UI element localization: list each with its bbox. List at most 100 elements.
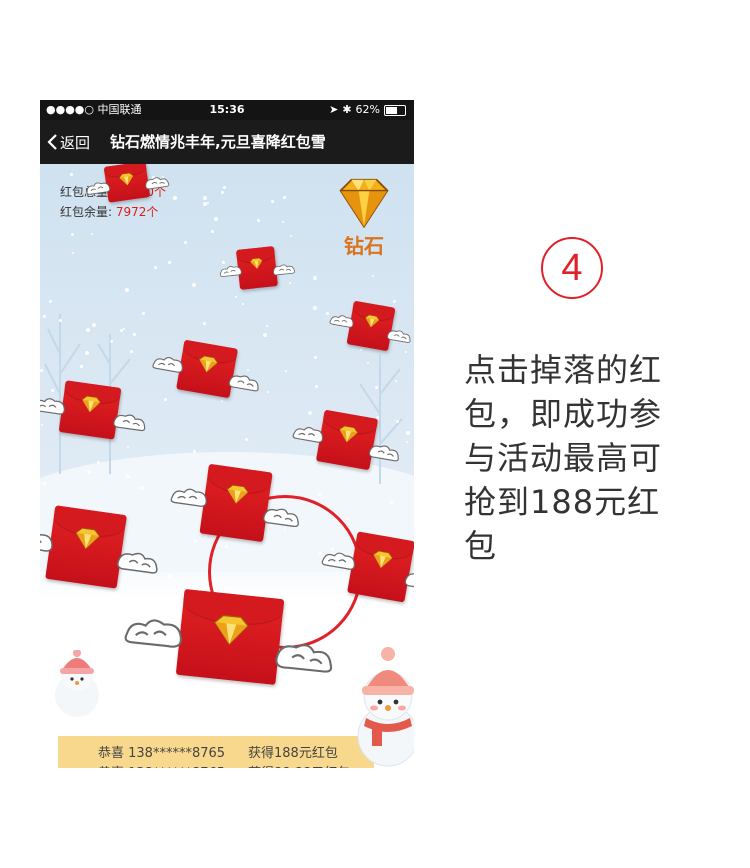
snowflake [168,574,172,578]
snowflake [396,420,399,423]
snowflake [72,252,74,254]
diamond-icon [81,396,101,414]
snowflake [168,261,171,264]
snowflake [154,266,157,269]
diamond-icon [75,527,100,550]
snowflake [91,233,93,235]
snowflake [92,323,96,327]
snowflake [283,196,286,199]
snowflake [207,202,209,204]
snowflake [85,351,89,355]
snowflake [173,196,177,200]
red-envelope[interactable] [220,246,296,290]
snowflake [71,233,74,236]
tree-decoration [44,314,131,474]
snowflake [51,389,54,392]
snowflake [263,333,267,337]
remaining-label: 红包余量: [60,205,113,219]
snowflake [360,349,362,351]
red-envelope[interactable] [86,164,170,203]
ticker-row: 恭喜 138******8765 获得188元红包 [98,744,350,764]
snowflake [126,475,129,478]
snowflake [70,173,73,176]
snowflake [97,461,100,464]
snowflake [245,438,248,441]
cloud-wing-icon [228,374,259,391]
snowflake [367,362,369,364]
snowflake [326,312,329,315]
snowman-icon [55,650,99,717]
diamond-icon [249,257,263,269]
cloud-wing-icon [40,398,65,415]
battery-percent: 62% [355,103,380,116]
winner-prize: 获得88.88元红包 [248,764,350,768]
snowflake [140,486,144,490]
red-envelope[interactable] [152,339,259,399]
diamond-icon [226,484,249,504]
red-envelope[interactable] [40,505,158,589]
snowflake [390,501,393,504]
chevron-left-icon [47,134,57,150]
back-button[interactable]: 返回 [46,120,90,164]
snowflake [290,235,292,237]
snowflake [314,356,317,359]
snowman-icon [357,647,414,767]
red-envelope[interactable] [40,380,146,440]
snowflake [223,186,226,189]
snowflake [405,351,407,353]
ticker-list: 恭喜 138******8765获得188元红包恭喜 138******8765… [98,744,350,768]
snowflake [80,365,83,368]
diamond-icon [373,550,393,569]
snowflake [313,276,317,280]
snowflake [282,221,284,223]
snowflake [49,300,52,303]
snowflake [125,288,129,292]
snowflake [393,300,396,303]
snowflake [86,328,90,332]
snowflake [235,296,237,298]
snowflake [221,191,224,194]
snowflake [123,328,125,330]
snowflake [194,540,197,543]
snowflake [130,350,133,353]
cloud-wing-icon [275,643,333,673]
red-envelope[interactable] [321,531,414,603]
snowflake [214,217,218,221]
step-number-badge: 4 [541,237,603,299]
phone-screen: ●●●●○ 中国联通 15:36 ➤ ✱ 62% 返回 钻石燃情兆丰年,元旦喜降… [40,100,414,768]
logo-text: 钻石 [344,234,384,258]
location-icon: ➤ [329,103,339,116]
snowflake [142,312,145,315]
snowflake [43,315,46,318]
snowflake [164,398,167,401]
red-envelope[interactable] [329,300,411,352]
diamond-icon [118,172,134,186]
bluetooth-icon: ✱ [342,103,352,116]
remaining-value: 7972个 [115,205,159,219]
diamond-icon [214,614,249,645]
snowflake [285,370,287,372]
snowflake [242,303,244,305]
page-title: 钻石燃情兆丰年,元旦喜降红包雪 [110,133,326,151]
snowflake [395,380,397,382]
snowflake [221,400,223,402]
red-envelope[interactable] [124,589,333,685]
winner-prize: 获得188元红包 [248,746,338,761]
red-envelope[interactable] [292,409,399,471]
snowflake [43,482,46,485]
snowflake [133,333,136,336]
snowflake [222,261,225,264]
status-bar: ●●●●○ 中国联通 15:36 ➤ ✱ 62% [40,100,414,120]
winner-phone: 恭喜 138******8765 [98,764,248,768]
snowflake [203,196,207,200]
snowflake [318,493,321,496]
diamond-icon [198,355,218,373]
snowflake [127,446,129,448]
snowflake [308,411,312,415]
red-envelope[interactable] [170,463,299,543]
red-envelope-game: 红包总量: 10000个 红包余量: 7972个 钻石 恭喜 138******… [40,164,414,768]
cloud-wing-icon [220,266,242,277]
snowflake [211,230,214,233]
instruction-text: 点击掉落的红包，即成功参与活动最高可抢到188元红包 [464,351,663,565]
snowflake [266,325,268,327]
